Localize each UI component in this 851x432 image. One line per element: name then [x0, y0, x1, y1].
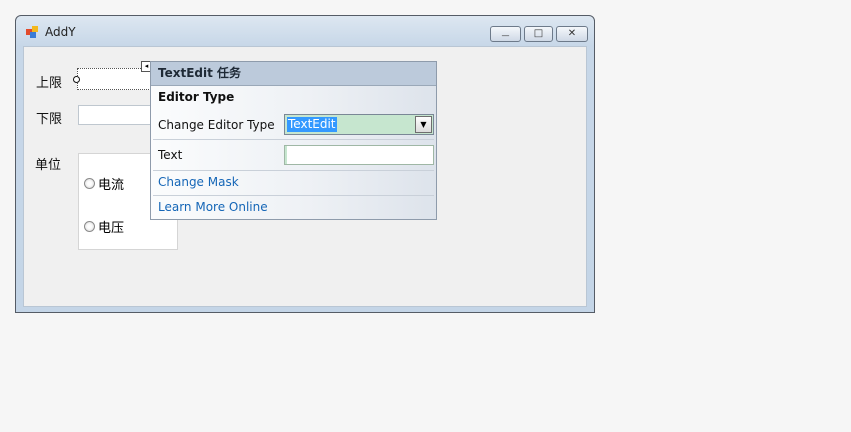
minimize-icon: —: [501, 31, 510, 40]
unit-label: 单位: [35, 158, 62, 173]
close-icon: ✕: [567, 28, 577, 39]
panel-title: TextEdit 任务: [151, 62, 436, 86]
lower-limit-label: 下限: [36, 112, 63, 127]
radio-current-label: 电流: [98, 178, 125, 193]
change-editor-type-label: Change Editor Type: [158, 118, 275, 132]
panel-divider: [153, 195, 434, 196]
close-button[interactable]: ✕: [556, 26, 588, 42]
change-mask-link[interactable]: Change Mask: [158, 175, 239, 189]
title-bar[interactable]: AddY — □ ✕: [16, 16, 594, 46]
minimize-button[interactable]: —: [490, 26, 521, 42]
smart-tag-arrow-icon: ◂: [144, 62, 149, 70]
editor-type-heading: Editor Type: [158, 90, 235, 104]
maximize-button[interactable]: □: [524, 26, 553, 42]
editor-type-dropdown[interactable]: TextEdit ▼: [284, 114, 434, 135]
panel-divider: [153, 139, 434, 140]
radio-voltage[interactable]: 电压: [84, 217, 124, 236]
chevron-down-icon[interactable]: ▼: [415, 116, 432, 133]
text-value-input[interactable]: [284, 145, 434, 165]
maximize-icon: □: [533, 28, 544, 39]
panel-divider: [153, 170, 434, 171]
editor-type-value: TextEdit: [287, 117, 337, 132]
radio-circle-icon: [84, 221, 95, 232]
text-label: Text: [158, 148, 183, 162]
radio-circle-icon: [84, 178, 95, 189]
learn-more-online-link[interactable]: Learn More Online: [158, 200, 268, 214]
upper-limit-input[interactable]: [77, 68, 151, 90]
upper-limit-label: 上限: [36, 76, 63, 91]
radio-current[interactable]: 电流: [84, 174, 124, 193]
textedit-tasks-panel: TextEdit 任务 Editor Type Change Editor Ty…: [150, 61, 437, 220]
app-icon: [26, 26, 39, 38]
lower-limit-input[interactable]: [78, 105, 151, 125]
window-title: AddY: [45, 25, 76, 39]
resize-handle[interactable]: [73, 76, 80, 83]
radio-voltage-label: 电压: [98, 221, 125, 236]
